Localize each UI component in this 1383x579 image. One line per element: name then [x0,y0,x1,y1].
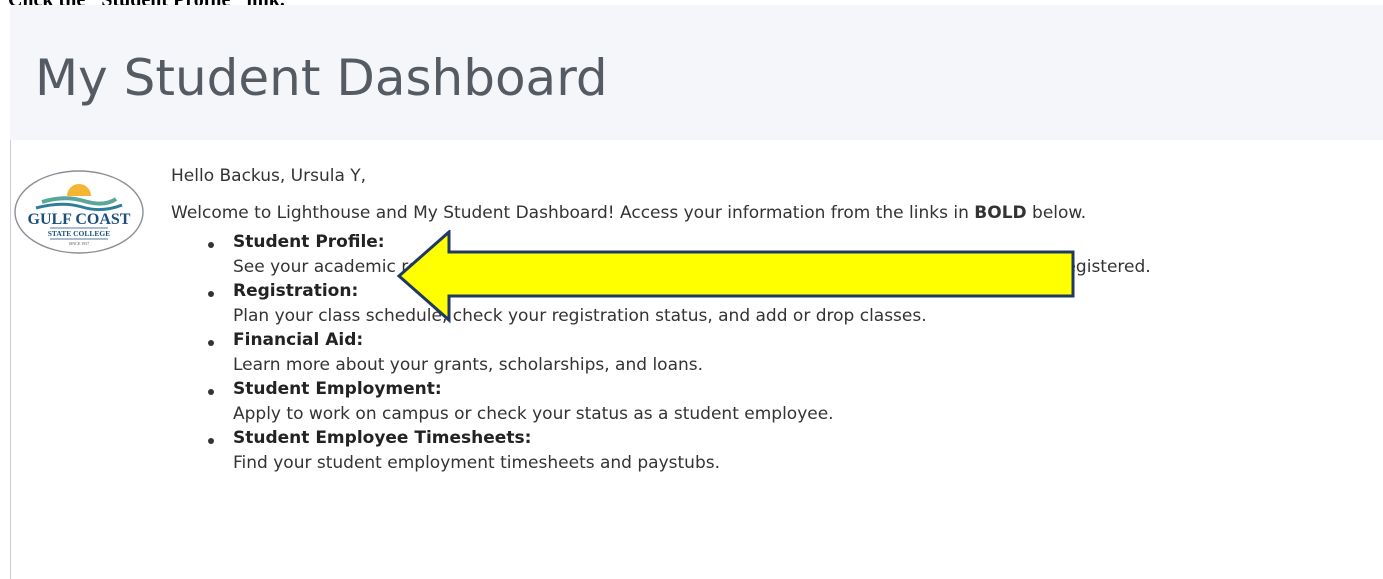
bullet-icon [208,340,214,346]
financial-aid-description: Learn more about your grants, scholarshi… [233,355,704,375]
logo-name-line1: GULF COAST [28,211,131,228]
bullet-icon [208,291,214,297]
bullet-icon [208,438,214,444]
student-profile-description: See your academic records, contact infor… [233,257,1151,277]
welcome-text-after: below. [1026,203,1087,223]
financial-aid-link[interactable]: Financial Aid: [233,329,363,352]
list-item-student-profile: Student Profile: See your academic recor… [171,231,1376,280]
list-item-financial-aid: Financial Aid: Learn more about your gra… [171,329,1376,378]
page-title: My Student Dashboard [35,49,608,107]
logo-since: SINCE 1957 [69,241,90,246]
dashboard-content: Hello Backus, Ursula Y, Welcome to Light… [171,165,1376,476]
student-employment-link[interactable]: Student Employment: [233,378,442,401]
student-employee-timesheets-description: Find your student employment timesheets … [233,453,720,473]
left-divider [10,140,11,579]
list-item-student-employee-timesheets: Student Employee Timesheets: Find your s… [171,427,1376,476]
greeting-text: Hello Backus, Ursula Y, [171,166,367,186]
registration-link[interactable]: Registration: [233,280,358,303]
student-profile-link[interactable]: Student Profile: [233,231,385,254]
registration-description: Plan your class schedule, check your reg… [233,306,927,326]
college-logo: GULF COAST STATE COLLEGE SINCE 1957 [14,170,144,254]
dashboard-link-list: Student Profile: See your academic recor… [171,231,1376,476]
welcome-bold-word: BOLD [974,203,1027,223]
list-item-student-employment: Student Employment: Apply to work on cam… [171,378,1376,427]
bullet-icon [208,389,214,395]
list-item-registration: Registration: Plan your class schedule, … [171,280,1376,329]
logo-name-line2: STATE COLLEGE [48,229,110,238]
welcome-text: Welcome to Lighthouse and My Student Das… [171,202,1376,225]
welcome-text-before: Welcome to Lighthouse and My Student Das… [171,203,975,223]
student-employee-timesheets-link[interactable]: Student Employee Timesheets: [233,427,531,450]
bullet-icon [208,242,214,248]
student-employment-description: Apply to work on campus or check your st… [233,404,834,424]
